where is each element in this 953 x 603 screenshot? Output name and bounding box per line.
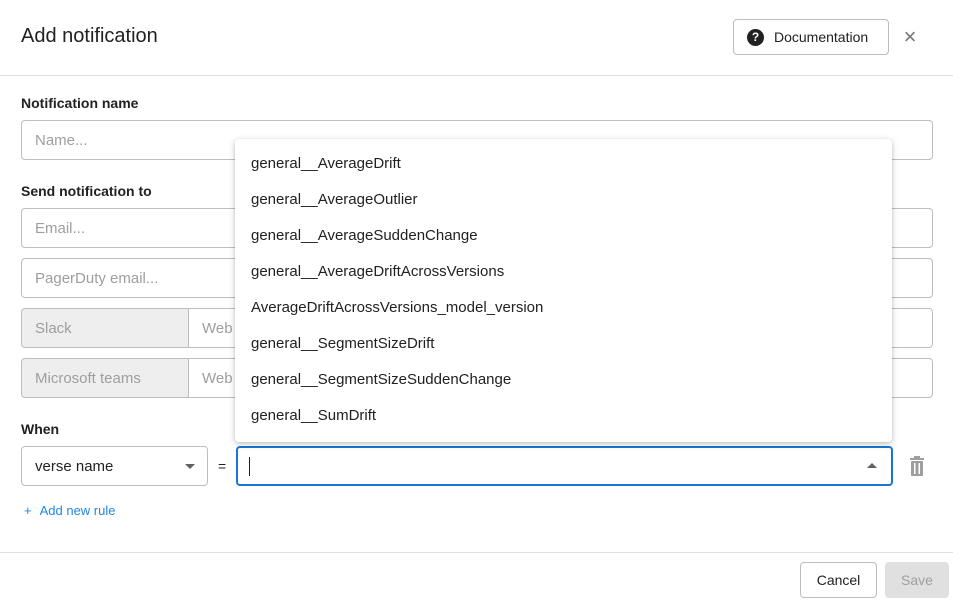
when-label: When (21, 421, 60, 437)
add-new-rule-label: Add new rule (39, 503, 116, 518)
close-icon[interactable]: × (900, 26, 920, 48)
rule-value-input[interactable] (236, 446, 893, 486)
notification-name-label: Notification name (21, 95, 139, 111)
chevron-up-icon[interactable] (867, 463, 877, 468)
delete-rule-icon[interactable] (909, 456, 925, 476)
help-icon: ? (747, 28, 764, 46)
send-notification-label: Send notification to (21, 183, 152, 199)
documentation-label: Documentation (774, 29, 869, 45)
dropdown-option[interactable]: general__AverageDrift (235, 145, 892, 181)
rule-field-value: verse name (35, 457, 114, 475)
cancel-button[interactable]: Cancel (800, 562, 877, 598)
dialog-title: Add notification (21, 25, 158, 47)
dropdown-option[interactable]: general__AverageOutlier (235, 181, 892, 217)
add-new-rule-link[interactable]: + Add new rule (24, 503, 115, 518)
rule-operator: = (218, 458, 227, 474)
teams-channel-label: Microsoft teams (21, 358, 189, 398)
dropdown-option[interactable]: general__SumDrift (235, 397, 892, 433)
slack-channel-label: Slack (21, 308, 189, 348)
rule-value-dropdown: general__AverageDrift general__AverageOu… (235, 139, 892, 442)
documentation-button[interactable]: ? Documentation (733, 19, 889, 55)
chevron-down-icon (185, 464, 195, 469)
dropdown-option[interactable]: AverageDriftAcrossVersions_model_version (235, 289, 892, 325)
text-cursor (249, 457, 250, 476)
dialog-header: Add notification ? Documentation × (0, 0, 953, 76)
plus-icon: + (24, 503, 32, 518)
dropdown-option[interactable]: general__AverageDriftAcrossVersions (235, 253, 892, 289)
rule-field-select[interactable]: verse name (21, 446, 208, 486)
save-button[interactable]: Save (885, 562, 949, 598)
dropdown-option[interactable]: general__SegmentSizeSuddenChange (235, 361, 892, 397)
dropdown-option[interactable]: general__AverageSuddenChange (235, 217, 892, 253)
dropdown-option[interactable]: general__SegmentSizeDrift (235, 325, 892, 361)
